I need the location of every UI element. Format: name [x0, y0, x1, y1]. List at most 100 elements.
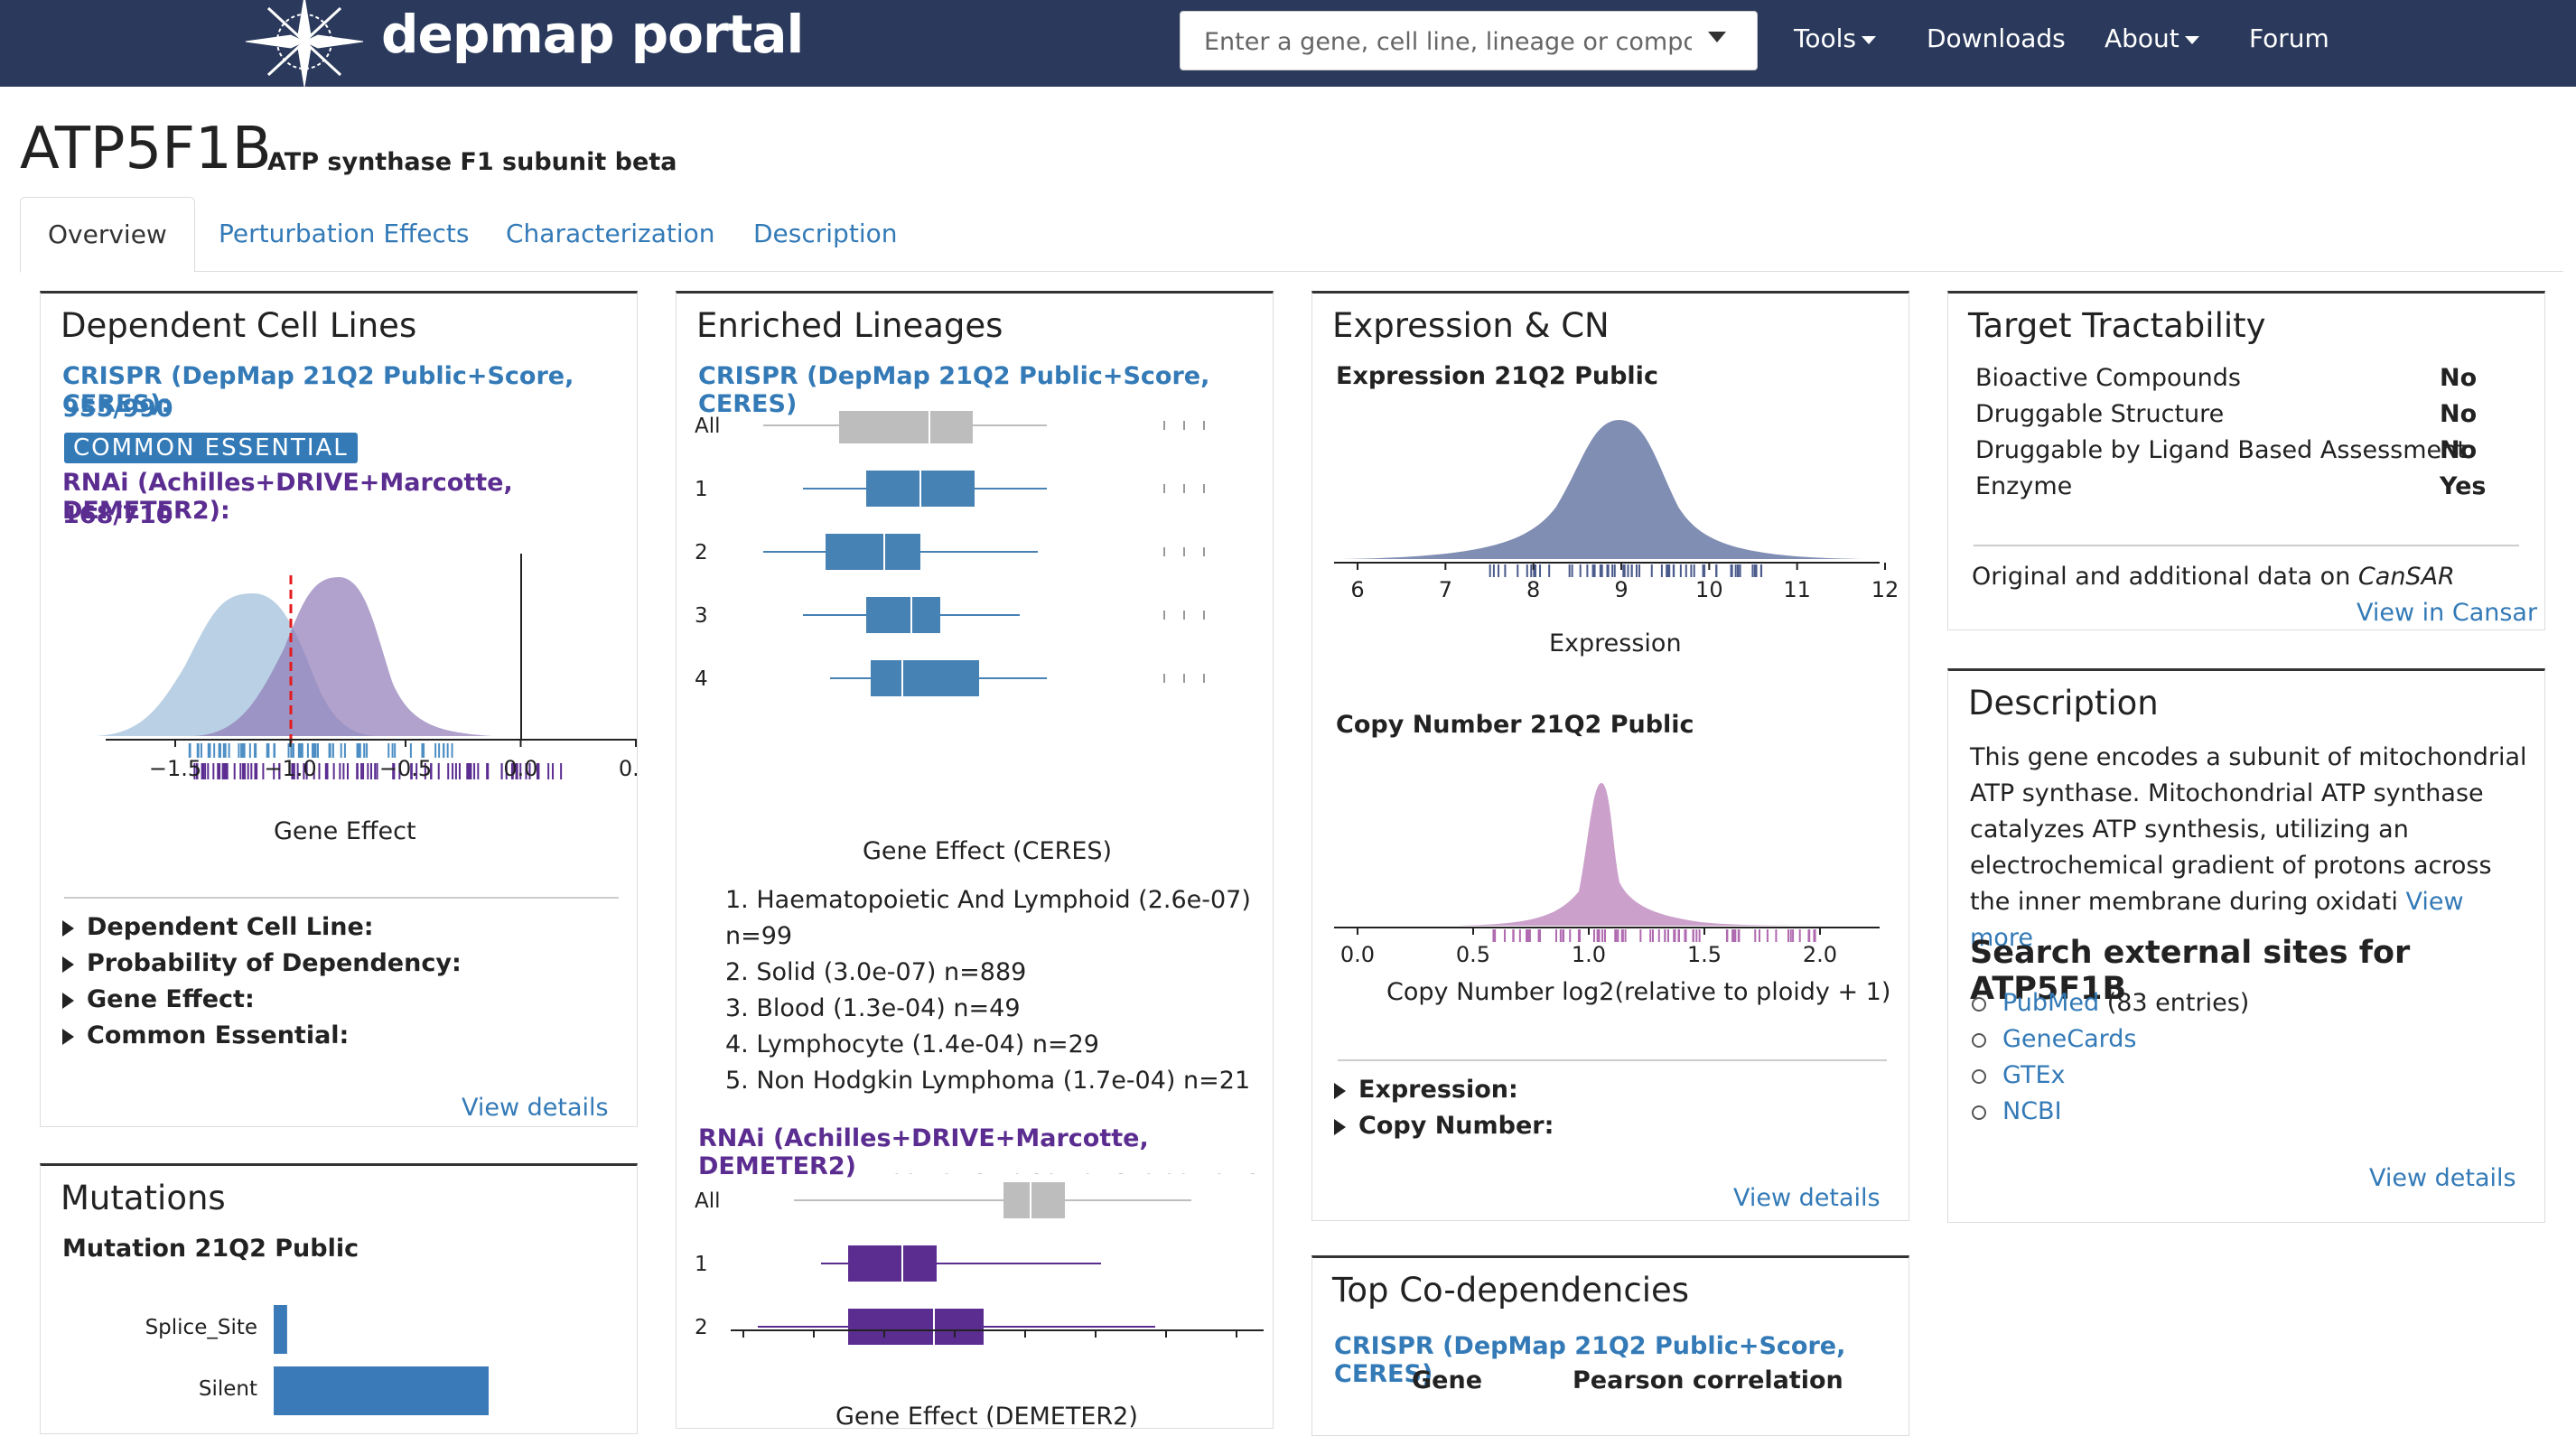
box-row-label: 3: [695, 604, 708, 628]
common-essential-badge: COMMON ESSENTIAL: [64, 433, 358, 463]
tractability-row: Druggable Structure: [1975, 400, 2225, 428]
triangle-right-icon: [62, 956, 74, 973]
mutation-bar[interactable]: [274, 1305, 287, 1354]
expression-subtitle: Expression 21Q2 Public: [1336, 362, 1658, 390]
tick-label: −0.25: [1062, 1173, 1129, 1179]
genecards-link[interactable]: GeneCards: [2002, 1025, 2137, 1053]
gtex-link[interactable]: GTEx: [2002, 1061, 2066, 1089]
lineage-item[interactable]: 1. Haematopoietic And Lymphoid (2.6e-07): [725, 882, 1251, 918]
nav-about-label: About: [2105, 23, 2179, 53]
external-link-item: PubMed (83 entries): [1972, 985, 2249, 1021]
view-details-link[interactable]: View details: [2369, 1164, 2516, 1192]
search-box[interactable]: [1180, 11, 1758, 70]
bullet-icon: [1972, 996, 1986, 1012]
view-details-link[interactable]: View details: [1733, 1184, 1881, 1212]
tick-label: 6: [1350, 577, 1364, 597]
panel-title: Enriched Lineages: [696, 306, 1003, 345]
box-row-label: 1: [695, 478, 708, 501]
enriched-lineages-panel: Enriched Lineages CRISPR (DepMap 21Q2 Pu…: [676, 291, 1274, 1431]
description-panel: Description This gene encodes a subunit …: [1947, 668, 2545, 1223]
tractability-value: No: [2440, 364, 2478, 392]
dependent-cell-lines-panel: Dependent Cell Lines CRISPR (DepMap 21Q2…: [40, 291, 638, 1127]
nav-about[interactable]: About: [2105, 23, 2199, 53]
ncbi-link[interactable]: NCBI: [2002, 1097, 2062, 1125]
rnai-dependent-count[interactable]: 168/710: [62, 501, 173, 529]
lineage-item[interactable]: 5. Non Hodgkin Lymphoma (1.7e-04) n=21: [725, 1063, 1251, 1099]
bullet-icon: [1972, 1068, 1986, 1084]
copy-number-xlabel: Copy Number log2(relative to ploidy + 1): [1386, 978, 1891, 1006]
tick-label: 7: [1439, 577, 1452, 597]
co-dependencies-panel: Top Co-dependencies CRISPR (DepMap 21Q2 …: [1311, 1255, 1909, 1436]
tractability-value: No: [2440, 436, 2478, 464]
description-text: This gene encodes a subunit of mitochond…: [1970, 740, 2530, 956]
view-details-link[interactable]: View details: [462, 1094, 609, 1122]
box-row-label: All: [695, 1189, 721, 1213]
nav-tools[interactable]: Tools: [1794, 23, 1876, 53]
box: [826, 534, 920, 570]
lineage-item: n=99: [725, 922, 793, 950]
tick-label: 10: [1695, 577, 1723, 597]
panel-title: Top Co-dependencies: [1332, 1271, 1690, 1310]
top-navbar: depmap portal Tools Downloads About Foru…: [0, 0, 2576, 89]
detail-copy-number[interactable]: Copy Number:: [1334, 1112, 1554, 1140]
lineage-item[interactable]: 4. Lymphocyte (1.4e-04) n=29: [725, 1027, 1251, 1063]
mutation-bar[interactable]: [274, 1366, 489, 1415]
detail-label: Expression:: [1358, 1076, 1518, 1104]
triangle-right-icon: [1334, 1118, 1346, 1135]
pubmed-link[interactable]: PubMed: [2002, 989, 2099, 1017]
tick-label: 0.0: [503, 756, 537, 781]
detail-dependent-cell-line[interactable]: Dependent Cell Line:: [62, 913, 374, 941]
tab-perturbation-effects[interactable]: Perturbation Effects: [219, 197, 470, 271]
logo-text[interactable]: depmap portal: [381, 4, 804, 65]
lineage-item[interactable]: 2. Solid (3.0e-07) n=889: [725, 955, 1251, 991]
detail-expression[interactable]: Expression:: [1334, 1076, 1518, 1104]
panel-title: Description: [1968, 684, 2159, 723]
tab-description[interactable]: Description: [753, 197, 897, 271]
box-row-label: 1: [695, 1253, 708, 1276]
crispr-dependent-count[interactable]: 955/990: [62, 395, 173, 423]
nav-forum[interactable]: Forum: [2249, 23, 2329, 53]
detail-probability-of-dependency[interactable]: Probability of Dependency:: [62, 949, 462, 977]
box-row-label: 4: [695, 667, 708, 691]
col-header-gene: Gene: [1412, 1366, 1483, 1394]
tab-bar: Overview Perturbation Effects Characteri…: [20, 197, 2563, 273]
search-input[interactable]: [1202, 21, 1694, 62]
crispr-lineage-boxplot: All12345−1.4−1.2−1.0−0.8−0.6−0.4−0.2: [695, 411, 1205, 696]
tick-label: 0.25: [1212, 1173, 1260, 1179]
triangle-right-icon: [1334, 1082, 1346, 1099]
detail-gene-effect[interactable]: Gene Effect:: [62, 985, 255, 1013]
divider: [1338, 1059, 1887, 1061]
depmap-logo-icon[interactable]: [237, 0, 372, 89]
box: [866, 597, 940, 633]
bullet-icon: [1972, 1105, 1986, 1120]
detail-label: Copy Number:: [1358, 1112, 1554, 1140]
tick-label: −1.5: [149, 756, 201, 781]
expression-density-chart: 6 7 8 9 10 11 12: [1334, 420, 1899, 597]
copy-number-density-chart: 0.0 0.5 1.0 1.5 2.0: [1334, 783, 1880, 967]
external-link-item: GTEx: [1972, 1058, 2249, 1094]
external-link-item: NCBI: [1972, 1094, 2249, 1130]
tick-label: −1.00: [851, 1173, 918, 1179]
box: [848, 1245, 937, 1282]
tick-label: 1.5: [1687, 942, 1722, 967]
copy-number-density: [1457, 783, 1827, 926]
lineage-item[interactable]: 3. Blood (1.3e-04) n=49: [725, 991, 1251, 1027]
rnai-lineage-label[interactable]: RNAi (Achilles+DRIVE+Marcotte, DEMETER2): [698, 1124, 1273, 1180]
bar-label: Splice_Site: [145, 1316, 257, 1339]
tick-label: 1.0: [1572, 942, 1606, 967]
detail-common-essential[interactable]: Common Essential:: [62, 1021, 349, 1049]
crispr-lineage-label[interactable]: CRISPR (DepMap 21Q2 Public+Score, CERES): [698, 362, 1273, 418]
detail-label: Gene Effect:: [87, 985, 255, 1013]
tab-overview[interactable]: Overview: [20, 197, 195, 273]
tab-characterization[interactable]: Characterization: [506, 197, 715, 271]
triangle-right-icon: [62, 919, 74, 937]
chevron-down-icon[interactable]: [1708, 32, 1726, 42]
view-in-cansar-link[interactable]: View in Cansar: [2357, 599, 2537, 627]
tick-label: 2.0: [1803, 942, 1837, 967]
target-tractability-panel: Target Tractability Bioactive Compounds …: [1947, 291, 2545, 630]
external-link-item: GeneCards: [1972, 1021, 2249, 1058]
tick-label: −0.50: [992, 1173, 1059, 1179]
nav-downloads[interactable]: Downloads: [1927, 23, 2066, 53]
divider: [1974, 545, 2519, 546]
expression-density: [1339, 420, 1863, 559]
